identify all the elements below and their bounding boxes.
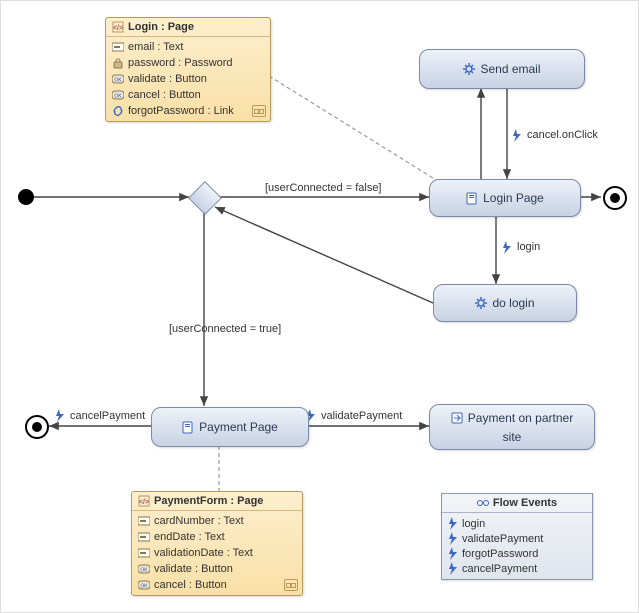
attr: validate : Button [128, 72, 207, 86]
node-label: Login Page [483, 191, 544, 205]
node-label: do login [492, 296, 534, 310]
class-icon [138, 495, 150, 507]
node-payment-page[interactable]: Payment Page [151, 407, 309, 447]
node-send-email[interactable]: Send email [419, 49, 585, 89]
edge-login: login [517, 241, 540, 253]
attr: cancel : Button [154, 578, 227, 592]
button-icon [112, 89, 124, 101]
edge-cancel-payment: cancelPayment [70, 410, 145, 422]
final-node-left [25, 415, 49, 439]
final-node-right [603, 186, 627, 210]
flow-events-box[interactable]: Flow Events login validatePayment forgot… [441, 493, 593, 580]
guard-true: [userConnected = true] [169, 323, 281, 335]
bolt-icon [448, 532, 458, 545]
initial-node [18, 189, 34, 205]
bolt-icon [55, 409, 67, 422]
bolt-icon [448, 562, 458, 575]
attr: cardNumber : Text [154, 514, 244, 528]
class-icon [112, 21, 124, 33]
class-paymentform[interactable]: PaymentForm : Page cardNumber : Text end… [131, 491, 303, 596]
class-title: Login : Page [128, 21, 194, 33]
composite-badge [252, 105, 266, 117]
class-body: cardNumber : Text endDate : Text validat… [132, 511, 302, 595]
edge-validate-payment: validatePayment [321, 410, 402, 422]
page-icon [182, 421, 194, 434]
node-label: Send email [480, 62, 540, 76]
class-body: email : Text password : Password validat… [106, 37, 270, 121]
bolt-icon [512, 129, 524, 142]
button-icon [138, 579, 150, 591]
guard-false: [userConnected = false] [265, 182, 382, 194]
button-icon [112, 73, 124, 85]
diagram-canvas: [userConnected = false] cancel.onClick l… [0, 0, 639, 613]
attr: validationDate : Text [154, 546, 253, 560]
node-label-line1: Payment on partner [468, 411, 573, 425]
attr: endDate : Text [154, 530, 225, 544]
class-title: PaymentForm : Page [154, 495, 263, 507]
button-icon [138, 563, 150, 575]
node-partner-site[interactable]: Payment on partner site [429, 404, 595, 450]
node-label: Payment Page [199, 420, 278, 434]
event-item: validatePayment [462, 533, 543, 545]
attr: validate : Button [154, 562, 233, 576]
node-login-page[interactable]: Login Page [429, 179, 581, 217]
lock-icon [112, 57, 124, 69]
event-item: login [462, 518, 485, 530]
link-icon [112, 105, 124, 117]
page-icon [466, 192, 478, 205]
attr: email : Text [128, 40, 183, 54]
node-do-login[interactable]: do login [433, 284, 577, 322]
node-label-line2: site [503, 430, 522, 444]
events-title: Flow Events [493, 497, 557, 509]
field-icon [112, 41, 124, 53]
field-icon [138, 531, 150, 543]
bolt-icon [502, 241, 514, 254]
events-title-icon [477, 497, 489, 509]
event-item: forgotPassword [462, 548, 538, 560]
event-item: cancelPayment [462, 563, 537, 575]
bolt-icon [448, 517, 458, 530]
gear-icon [463, 63, 475, 75]
subflow-icon [451, 412, 463, 424]
field-icon [138, 547, 150, 559]
composite-badge [284, 579, 298, 591]
class-login[interactable]: Login : Page email : Text password : Pas… [105, 17, 271, 122]
attr: cancel : Button [128, 88, 201, 102]
attr: forgotPassword : Link [128, 104, 234, 118]
gear-icon [475, 297, 487, 309]
attr: password : Password [128, 56, 233, 70]
bolt-icon [448, 547, 458, 560]
field-icon [138, 515, 150, 527]
edge-cancel-onclick: cancel.onClick [527, 129, 598, 141]
